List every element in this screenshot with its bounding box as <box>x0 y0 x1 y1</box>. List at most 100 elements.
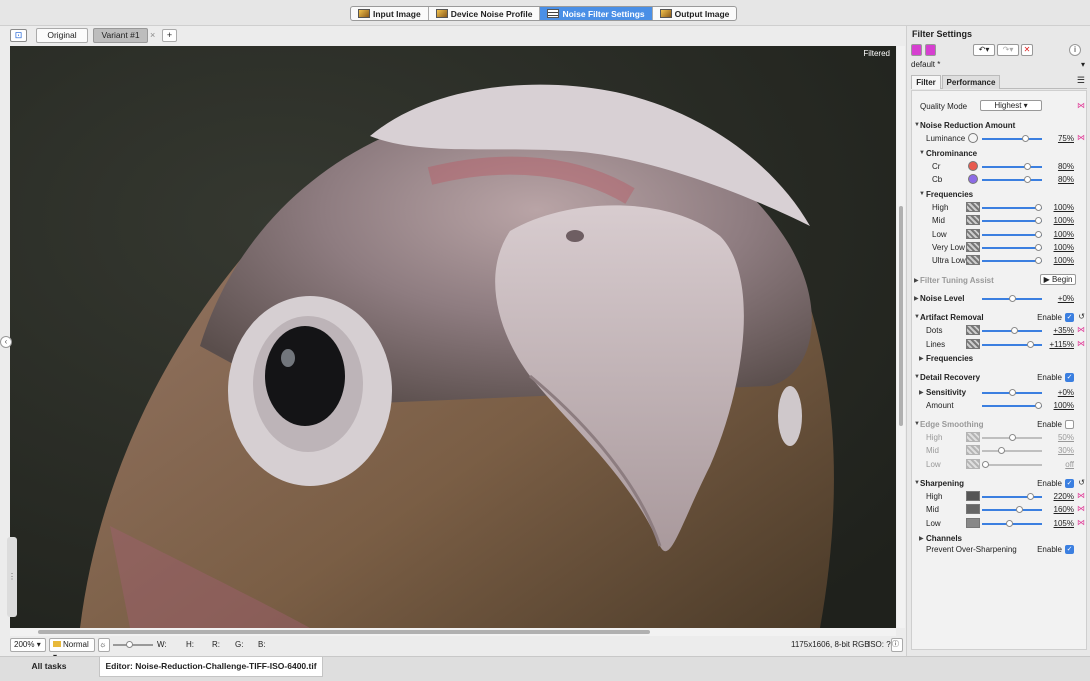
slider-knob[interactable] <box>1021 135 1029 142</box>
info-icon[interactable]: i <box>1069 44 1081 56</box>
edge-smoothing-header[interactable]: ▼ Edge Smoothing Enable <box>912 418 1088 431</box>
tab-input-image[interactable]: Input Image <box>351 7 429 20</box>
slider-knob[interactable] <box>1011 327 1019 334</box>
fit-view-button[interactable]: ⊡ <box>10 29 27 42</box>
edge-high-slider[interactable] <box>982 434 1042 441</box>
freq-ultra-low-slider[interactable] <box>982 257 1042 264</box>
save-preset-icon[interactable] <box>925 44 936 56</box>
luminance-slider[interactable] <box>982 135 1042 142</box>
artifact-frequencies-header[interactable]: ▶ Frequencies <box>912 352 1088 365</box>
chrominance-header[interactable]: ▼ Chrominance <box>912 147 1088 160</box>
original-button[interactable]: Original <box>36 28 88 43</box>
status-zoom-slider[interactable] <box>113 641 153 648</box>
edge-value[interactable]: 30% <box>1058 446 1074 455</box>
add-variant-button[interactable]: + <box>162 29 177 42</box>
freq-low-slider[interactable] <box>982 231 1042 238</box>
scroll-thumb[interactable] <box>899 206 903 426</box>
slider-knob[interactable] <box>1008 389 1016 396</box>
slider-knob[interactable] <box>1035 244 1042 251</box>
sharpening-header[interactable]: ▼ Sharpening Enable ✓ ↺ <box>912 477 1088 490</box>
frequencies-header[interactable]: ▼ Frequencies <box>912 188 1088 201</box>
reset-icon[interactable]: ↺ <box>1078 312 1085 321</box>
artifact-enable-checkbox[interactable]: ✓ <box>1065 313 1074 322</box>
info-icon[interactable]: ⓘ <box>891 638 903 652</box>
noise-level-slider[interactable] <box>982 295 1042 302</box>
tab-all-tasks[interactable]: All tasks <box>0 657 98 677</box>
cr-value[interactable]: 80% <box>1058 162 1074 171</box>
slider-knob[interactable] <box>1024 163 1032 170</box>
disclosure-closed-icon[interactable]: ▶ <box>914 295 919 302</box>
sensitivity-slider[interactable] <box>982 389 1042 396</box>
freq-high-slider[interactable] <box>982 204 1042 211</box>
slider-knob[interactable] <box>1008 295 1016 302</box>
sharp-value[interactable]: 105% <box>1054 519 1074 528</box>
detail-recovery-header[interactable]: ▼ Detail Recovery Enable ✓ <box>912 371 1088 384</box>
redo-icon[interactable]: ↷▾ <box>997 44 1019 56</box>
sensitivity-value[interactable]: +0% <box>1058 388 1074 397</box>
brightness-icon[interactable]: ☼ <box>98 638 110 652</box>
cb-value[interactable]: 80% <box>1058 175 1074 184</box>
pin-icon[interactable]: ⋈ <box>1077 518 1085 527</box>
slider-knob[interactable] <box>1024 176 1032 183</box>
slider-knob[interactable] <box>126 641 134 648</box>
edge-mid-slider[interactable] <box>982 447 1042 454</box>
edge-enable-checkbox[interactable] <box>1065 420 1074 429</box>
reset-icon[interactable]: ✕ <box>1021 44 1033 56</box>
noise-reduction-header[interactable]: ▼ Noise Reduction Amount <box>912 119 1088 132</box>
detail-enable-checkbox[interactable]: ✓ <box>1065 373 1074 382</box>
tab-output-image[interactable]: Output Image <box>653 7 737 20</box>
slider-knob[interactable] <box>1027 341 1035 348</box>
preset-select[interactable]: default * ▾ <box>911 59 1087 72</box>
variant-tab[interactable]: Variant #1 <box>93 28 148 43</box>
slider-knob[interactable] <box>1008 434 1016 441</box>
cb-slider[interactable] <box>982 176 1042 183</box>
edge-low-slider[interactable] <box>982 461 1042 468</box>
tab-device-noise-profile[interactable]: Device Noise Profile <box>429 7 541 20</box>
slider-knob[interactable] <box>1027 493 1035 500</box>
sharp-value[interactable]: 160% <box>1054 505 1074 514</box>
dots-slider[interactable] <box>982 327 1042 334</box>
edge-value[interactable]: off <box>1065 460 1074 469</box>
reset-icon[interactable]: ↺ <box>1078 478 1085 487</box>
pin-icon[interactable]: ⋈ <box>1077 101 1085 110</box>
freq-value[interactable]: 100% <box>1054 216 1074 225</box>
luminance-value[interactable]: 75% <box>1058 134 1074 143</box>
freq-very-low-slider[interactable] <box>982 244 1042 251</box>
slider-knob[interactable] <box>1035 204 1042 211</box>
dots-value[interactable]: +35% <box>1053 326 1074 335</box>
view-mode-select[interactable]: Normal ▾ <box>49 638 95 661</box>
freq-value[interactable]: 100% <box>1054 230 1074 239</box>
slider-knob[interactable] <box>1005 520 1013 527</box>
sharp-low-slider[interactable] <box>982 520 1042 527</box>
sharp-high-slider[interactable] <box>982 493 1042 500</box>
tuning-assist-header[interactable]: ▶ Filter Tuning Assist ▶ Begin <box>912 274 1088 287</box>
freq-mid-slider[interactable] <box>982 217 1042 224</box>
horizontal-scrollbar[interactable] <box>10 628 896 636</box>
slider-knob[interactable] <box>982 461 989 468</box>
slider-knob[interactable] <box>997 447 1005 454</box>
image-viewport[interactable]: Filtered <box>10 46 896 628</box>
zoom-select[interactable]: 200% ▾ <box>10 638 46 652</box>
disclosure-closed-icon[interactable]: ▶ <box>919 389 924 396</box>
pin-icon[interactable]: ⋈ <box>1077 504 1085 513</box>
noise-level-value[interactable]: +0% <box>1058 294 1074 303</box>
edge-value[interactable]: 50% <box>1058 433 1074 442</box>
pin-icon[interactable]: ⋈ <box>1077 133 1085 142</box>
menu-icon[interactable]: ☰ <box>1077 75 1085 86</box>
slider-knob[interactable] <box>1035 217 1042 224</box>
pin-icon[interactable]: ⋈ <box>1077 325 1085 334</box>
freq-value[interactable]: 100% <box>1054 256 1074 265</box>
freq-value[interactable]: 100% <box>1054 243 1074 252</box>
vertical-scrollbar[interactable] <box>897 46 905 628</box>
quality-select[interactable]: Highest ▾ <box>980 100 1042 111</box>
cr-slider[interactable] <box>982 163 1042 170</box>
pin-icon[interactable]: ⋈ <box>1077 339 1085 348</box>
begin-button[interactable]: ▶ Begin <box>1040 274 1076 285</box>
freq-value[interactable]: 100% <box>1054 203 1074 212</box>
tab-performance[interactable]: Performance <box>942 75 1000 89</box>
slider-knob[interactable] <box>1035 231 1042 238</box>
sharp-value[interactable]: 220% <box>1054 492 1074 501</box>
scroll-thumb[interactable] <box>38 630 650 634</box>
sharpening-enable-checkbox[interactable]: ✓ <box>1065 479 1074 488</box>
undo-icon[interactable]: ↶▾ <box>973 44 995 56</box>
